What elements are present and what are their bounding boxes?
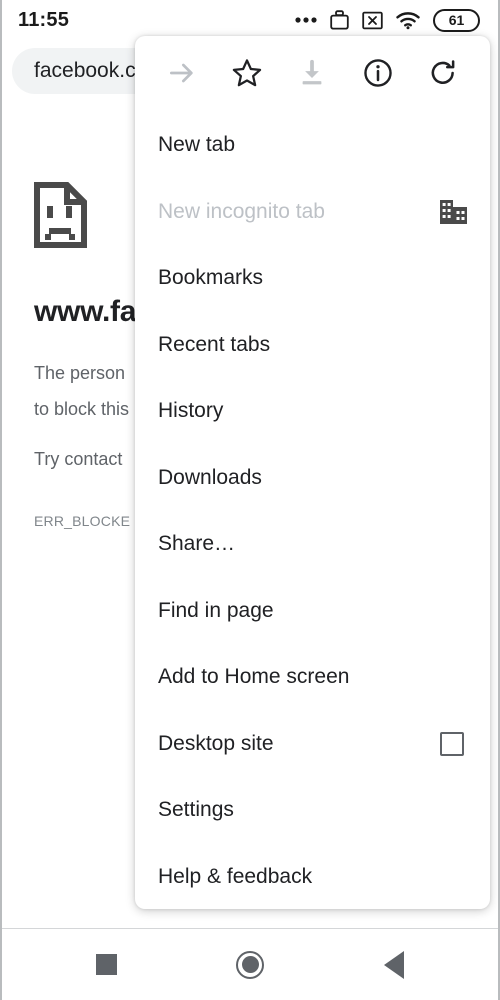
menu-item-label: Share… bbox=[158, 532, 236, 556]
overflow-menu-list: New tab New incognito tab Bookmarks Rece… bbox=[135, 109, 490, 909]
nav-home-button[interactable] bbox=[222, 937, 278, 993]
download-icon bbox=[303, 59, 322, 84]
menu-item-downloads[interactable]: Downloads bbox=[135, 445, 490, 512]
square-icon bbox=[95, 954, 117, 975]
menu-item-label: Bookmarks bbox=[158, 266, 264, 290]
menu-item-label: Desktop site bbox=[158, 731, 274, 755]
bookmark-button[interactable] bbox=[223, 49, 271, 97]
battery-level-label: 61 bbox=[448, 12, 465, 28]
menu-item-label: New incognito tab bbox=[158, 199, 325, 223]
reload-button[interactable] bbox=[419, 49, 467, 97]
menu-quick-actions-toolbar bbox=[135, 36, 490, 109]
omnibox-url-text: facebook.c bbox=[34, 59, 136, 82]
forward-button[interactable] bbox=[158, 49, 206, 97]
page-info-button[interactable] bbox=[354, 49, 402, 97]
sad-document-icon bbox=[34, 182, 87, 248]
status-clock: 11:55 bbox=[18, 8, 70, 31]
desktop-site-checkbox[interactable] bbox=[440, 731, 468, 756]
info-circle-icon bbox=[364, 58, 392, 87]
menu-item-label: History bbox=[158, 399, 224, 423]
briefcase-icon bbox=[330, 10, 349, 30]
home-circle-icon bbox=[236, 950, 264, 979]
menu-item-desktop-site[interactable]: Desktop site bbox=[135, 711, 490, 778]
reload-icon bbox=[431, 59, 455, 84]
menu-item-label: New tab bbox=[158, 133, 236, 157]
menu-item-new-tab[interactable]: New tab bbox=[135, 112, 490, 179]
menu-item-share[interactable]: Share… bbox=[135, 511, 490, 578]
enterprise-building-icon bbox=[439, 199, 468, 225]
wifi-icon bbox=[396, 11, 420, 29]
x-box-icon bbox=[362, 11, 383, 29]
menu-item-new-incognito-tab[interactable]: New incognito tab bbox=[135, 179, 490, 246]
menu-item-label: Settings bbox=[158, 798, 234, 822]
status-bar: 11:55 61 bbox=[2, 0, 498, 40]
menu-item-settings[interactable]: Settings bbox=[135, 777, 490, 844]
menu-item-label: Add to Home screen bbox=[158, 665, 350, 689]
menu-item-recent-tabs[interactable]: Recent tabs bbox=[135, 312, 490, 379]
more-dots-icon bbox=[295, 17, 317, 23]
menu-item-label: Downloads bbox=[158, 465, 262, 489]
forward-arrow-icon bbox=[169, 63, 193, 82]
menu-item-help-and-feedback[interactable]: Help & feedback bbox=[135, 844, 490, 910]
menu-item-bookmarks[interactable]: Bookmarks bbox=[135, 245, 490, 312]
menu-item-find-in-page[interactable]: Find in page bbox=[135, 578, 490, 645]
menu-item-label: Help & feedback bbox=[158, 864, 313, 888]
menu-item-history[interactable]: History bbox=[135, 378, 490, 445]
battery-icon: 61 bbox=[433, 8, 480, 32]
nav-recents-button[interactable] bbox=[78, 937, 134, 993]
overflow-menu-panel: New tab New incognito tab Bookmarks Rece… bbox=[135, 36, 490, 909]
checkbox-square-icon bbox=[440, 731, 464, 756]
menu-item-label: Recent tabs bbox=[158, 332, 271, 356]
back-triangle-icon bbox=[384, 950, 404, 979]
download-button[interactable] bbox=[288, 49, 336, 97]
menu-item-label: Find in page bbox=[158, 598, 274, 622]
menu-item-add-to-home-screen[interactable]: Add to Home screen bbox=[135, 644, 490, 711]
status-icon-tray: 61 bbox=[295, 8, 480, 32]
star-icon bbox=[232, 58, 262, 86]
android-navigation-bar bbox=[2, 928, 498, 1000]
home-dot-icon bbox=[241, 956, 259, 973]
nav-back-button[interactable] bbox=[366, 937, 422, 993]
phone-screen: 11:55 61 facebook.c www.fa The person to… bbox=[0, 0, 500, 1000]
